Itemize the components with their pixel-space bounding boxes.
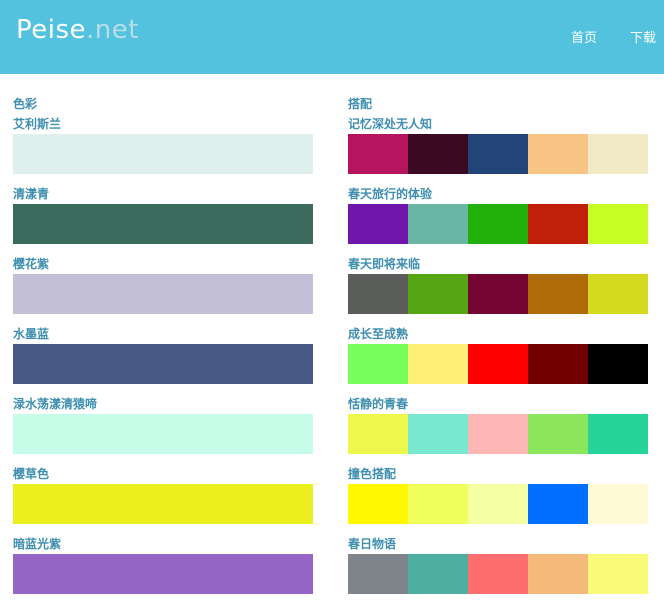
combo-color-cell[interactable] xyxy=(468,274,528,314)
colors-section-title: 色彩 xyxy=(13,97,38,111)
combo-color-cell[interactable] xyxy=(408,484,468,524)
combo-color-cell[interactable] xyxy=(348,484,408,524)
combo-palette[interactable] xyxy=(348,554,648,594)
combo-color-cell[interactable] xyxy=(468,204,528,244)
combo-color-cell[interactable] xyxy=(348,274,408,314)
combo-color-cell[interactable] xyxy=(408,554,468,594)
combo-color-cell[interactable] xyxy=(588,484,648,524)
color-name: 樱草色 xyxy=(13,467,50,481)
color-swatch[interactable] xyxy=(13,554,313,594)
combo-color-cell[interactable] xyxy=(408,134,468,174)
combo-color-cell[interactable] xyxy=(588,554,648,594)
nav-download-link[interactable]: 下载 xyxy=(630,31,656,47)
color-swatch[interactable] xyxy=(13,414,313,454)
combo-name: 春日物语 xyxy=(348,537,397,551)
logo-sub-text: .net xyxy=(86,15,139,45)
combo-color-cell[interactable] xyxy=(528,484,588,524)
combo-color-cell[interactable] xyxy=(408,204,468,244)
combo-color-cell[interactable] xyxy=(588,414,648,454)
combo-color-cell[interactable] xyxy=(348,414,408,454)
combo-color-cell[interactable] xyxy=(468,554,528,594)
combo-color-cell[interactable] xyxy=(588,134,648,174)
color-swatch[interactable] xyxy=(13,484,313,524)
combo-color-cell[interactable] xyxy=(468,344,528,384)
color-name: 水墨蓝 xyxy=(13,327,50,341)
combo-color-cell[interactable] xyxy=(528,204,588,244)
combo-name: 记忆深处无人知 xyxy=(348,117,433,131)
combo-color-cell[interactable] xyxy=(348,204,408,244)
combo-color-cell[interactable] xyxy=(348,344,408,384)
combo-color-cell[interactable] xyxy=(588,274,648,314)
combo-color-cell[interactable] xyxy=(528,274,588,314)
combo-color-cell[interactable] xyxy=(348,134,408,174)
combo-color-cell[interactable] xyxy=(468,484,528,524)
color-name: 樱花紫 xyxy=(13,257,50,271)
combo-name: 恬静的青春 xyxy=(348,397,409,411)
combo-name: 春天旅行的体验 xyxy=(348,187,433,201)
site-header: Peise.net 首页 下载 xyxy=(0,0,664,74)
color-name: 艾利斯兰 xyxy=(13,117,62,131)
combo-color-cell[interactable] xyxy=(408,344,468,384)
combo-name: 撞色搭配 xyxy=(348,467,397,481)
color-name: 渌水荡漾清猿啼 xyxy=(13,397,98,411)
color-swatch[interactable] xyxy=(13,134,313,174)
color-name: 清漾青 xyxy=(13,187,50,201)
combo-color-cell[interactable] xyxy=(408,274,468,314)
site-logo[interactable]: Peise.net xyxy=(16,15,139,45)
combo-color-cell[interactable] xyxy=(588,344,648,384)
color-swatch[interactable] xyxy=(13,344,313,384)
combo-name: 春天即将来临 xyxy=(348,257,421,271)
combo-palette[interactable] xyxy=(348,204,648,244)
combo-color-cell[interactable] xyxy=(588,204,648,244)
combo-palette[interactable] xyxy=(348,414,648,454)
combo-color-cell[interactable] xyxy=(528,344,588,384)
combo-color-cell[interactable] xyxy=(348,554,408,594)
combo-palette[interactable] xyxy=(348,484,648,524)
combo-color-cell[interactable] xyxy=(528,134,588,174)
color-swatch[interactable] xyxy=(13,204,313,244)
main-nav: 首页 下载 xyxy=(538,31,656,47)
logo-main-text: Peise xyxy=(16,15,87,45)
combo-palette[interactable] xyxy=(348,134,648,174)
combo-name: 成长至成熟 xyxy=(348,327,409,341)
combo-palette[interactable] xyxy=(348,274,648,314)
color-name: 暗蓝光紫 xyxy=(13,537,62,551)
combo-color-cell[interactable] xyxy=(528,554,588,594)
combos-section-title: 搭配 xyxy=(348,97,373,111)
combo-color-cell[interactable] xyxy=(528,414,588,454)
combo-color-cell[interactable] xyxy=(468,414,528,454)
combo-palette[interactable] xyxy=(348,344,648,384)
combo-color-cell[interactable] xyxy=(468,134,528,174)
combo-color-cell[interactable] xyxy=(408,414,468,454)
nav-home-link[interactable]: 首页 xyxy=(571,31,597,47)
color-swatch[interactable] xyxy=(13,274,313,314)
